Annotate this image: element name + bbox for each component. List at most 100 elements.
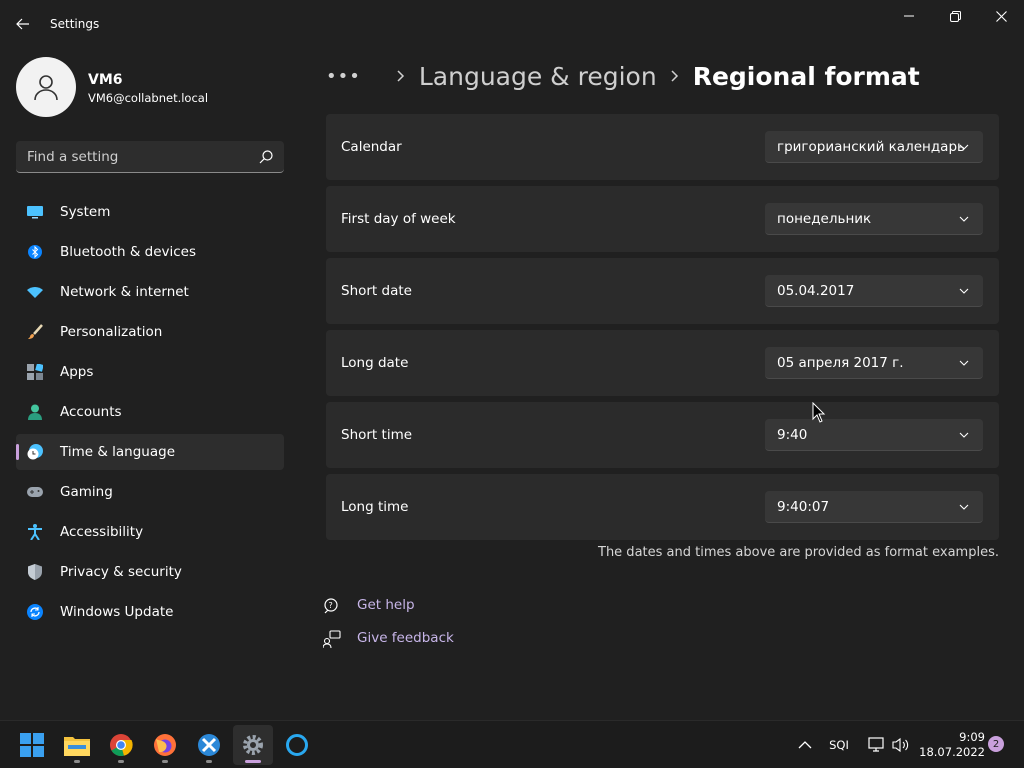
sidebar-item-label: Accounts — [60, 404, 122, 420]
search-icon[interactable] — [258, 149, 274, 165]
start-button[interactable] — [12, 725, 52, 765]
system-icon — [27, 204, 43, 220]
running-indicator — [206, 760, 212, 763]
window-title: Settings — [50, 17, 100, 31]
sidebar-item-system[interactable]: System — [16, 194, 284, 230]
sidebar-item-network[interactable]: Network & internet — [16, 274, 284, 310]
user-icon — [34, 75, 58, 101]
setting-long-date: Long date 05 апреля 2017 г. — [326, 330, 999, 396]
setting-label: Calendar — [341, 139, 402, 155]
taskbar-settings[interactable] — [233, 725, 273, 765]
search-input[interactable] — [16, 141, 252, 172]
user-profile[interactable]: VM6 VM6@collabnet.local — [16, 57, 286, 117]
help-icon: ? — [324, 598, 338, 614]
restore-icon — [949, 10, 961, 22]
long-time-dropdown[interactable]: 9:40:07 — [765, 491, 983, 523]
running-indicator — [74, 760, 80, 763]
back-button[interactable] — [8, 10, 38, 38]
sidebar-item-bluetooth[interactable]: Bluetooth & devices — [16, 234, 284, 270]
network-monitor-icon — [868, 737, 884, 752]
sidebar-item-label: Personalization — [60, 324, 163, 340]
sidebar-item-privacy[interactable]: Privacy & security — [16, 554, 284, 590]
clock-time: 9:09 — [959, 730, 985, 744]
setting-label: Long time — [341, 499, 409, 515]
setting-long-time: Long time 9:40:07 — [326, 474, 999, 540]
title-bar: Settings — [0, 0, 1024, 48]
firefox-icon — [154, 734, 176, 756]
show-hidden-icons-button[interactable] — [792, 721, 818, 768]
chevron-right-icon — [671, 70, 678, 82]
page-title: Regional format — [692, 61, 920, 91]
minimize-icon — [904, 15, 914, 17]
sidebar-item-accounts[interactable]: Accounts — [16, 394, 284, 430]
minimize-button[interactable] — [886, 0, 932, 32]
setting-first-day-of-week: First day of week понедельник — [326, 186, 999, 252]
windows-start-icon — [20, 733, 44, 757]
accessibility-icon — [27, 524, 43, 540]
chevron-down-icon — [959, 288, 969, 294]
dropdown-value: 05 апреля 2017 г. — [777, 355, 904, 371]
first-day-dropdown[interactable]: понедельник — [765, 203, 983, 235]
taskbar-file-explorer[interactable] — [57, 725, 97, 765]
volume-tray-button[interactable] — [888, 721, 914, 768]
gamepad-icon — [27, 484, 43, 500]
sidebar-item-accessibility[interactable]: Accessibility — [16, 514, 284, 550]
taskbar-app[interactable] — [189, 725, 229, 765]
sidebar-item-label: Network & internet — [60, 284, 189, 300]
app-icon — [198, 734, 220, 756]
breadcrumb: ••• Language & region Regional format — [326, 56, 920, 96]
sidebar-item-gaming[interactable]: Gaming — [16, 474, 284, 510]
dropdown-value: понедельник — [777, 211, 872, 227]
shield-icon — [27, 564, 43, 580]
sidebar-nav: System Bluetooth & devices Network & int… — [16, 194, 284, 634]
search-box[interactable] — [16, 141, 284, 173]
chevron-right-icon — [397, 70, 404, 82]
cortana-icon — [286, 734, 308, 756]
setting-label: Short time — [341, 427, 413, 443]
input-language-indicator[interactable]: SQI — [824, 721, 854, 768]
chevron-down-icon — [959, 216, 969, 222]
breadcrumb-overflow-button[interactable]: ••• — [326, 66, 361, 87]
chevron-up-icon — [798, 741, 812, 749]
sidebar-item-label: Privacy & security — [60, 564, 182, 580]
restore-button[interactable] — [932, 0, 978, 32]
taskbar-firefox[interactable] — [145, 725, 185, 765]
sidebar-item-apps[interactable]: Apps — [16, 354, 284, 390]
sidebar-item-label: Windows Update — [60, 604, 174, 620]
chevron-down-icon — [959, 504, 969, 510]
sidebar-item-personalization[interactable]: Personalization — [16, 314, 284, 350]
sidebar-item-label: Time & language — [60, 444, 176, 460]
taskbar: SQI 9:09 18.07.2022 — [0, 720, 1024, 768]
breadcrumb-language-region[interactable]: Language & region — [419, 62, 657, 91]
running-indicator — [118, 760, 124, 763]
taskbar-clock[interactable]: 9:09 18.07.2022 — [915, 730, 985, 760]
sidebar-item-label: Apps — [60, 364, 94, 380]
svg-text:?: ? — [329, 601, 333, 610]
setting-calendar: Calendar григорианский календарь — [326, 114, 999, 180]
give-feedback-label: Give feedback — [357, 630, 454, 646]
calendar-dropdown[interactable]: григорианский календарь — [765, 131, 983, 163]
apps-icon — [27, 364, 43, 380]
taskbar-cortana[interactable] — [277, 725, 317, 765]
close-button[interactable] — [978, 0, 1024, 32]
notification-badge[interactable]: 2 — [988, 736, 1004, 752]
long-date-dropdown[interactable]: 05 апреля 2017 г. — [765, 347, 983, 379]
dropdown-value: 9:40:07 — [777, 499, 830, 515]
language-code: SQI — [829, 738, 849, 752]
back-arrow-icon — [16, 18, 29, 30]
sidebar-item-windows-update[interactable]: Windows Update — [16, 594, 284, 630]
sidebar-item-label: Gaming — [60, 484, 113, 500]
setting-label: First day of week — [341, 211, 456, 227]
avatar — [16, 57, 76, 117]
network-tray-button[interactable] — [864, 721, 890, 768]
sidebar-item-time-language[interactable]: Time & language — [16, 434, 284, 470]
short-date-dropdown[interactable]: 05.04.2017 — [765, 275, 983, 307]
sidebar-item-label: System — [60, 204, 111, 220]
sidebar-item-label: Bluetooth & devices — [60, 244, 197, 260]
close-icon — [995, 10, 1007, 22]
brush-icon — [27, 324, 43, 340]
chevron-down-icon — [959, 144, 969, 150]
short-time-dropdown[interactable]: 9:40 — [765, 419, 983, 451]
dropdown-value: 9:40 — [777, 427, 808, 443]
taskbar-chrome[interactable] — [101, 725, 141, 765]
